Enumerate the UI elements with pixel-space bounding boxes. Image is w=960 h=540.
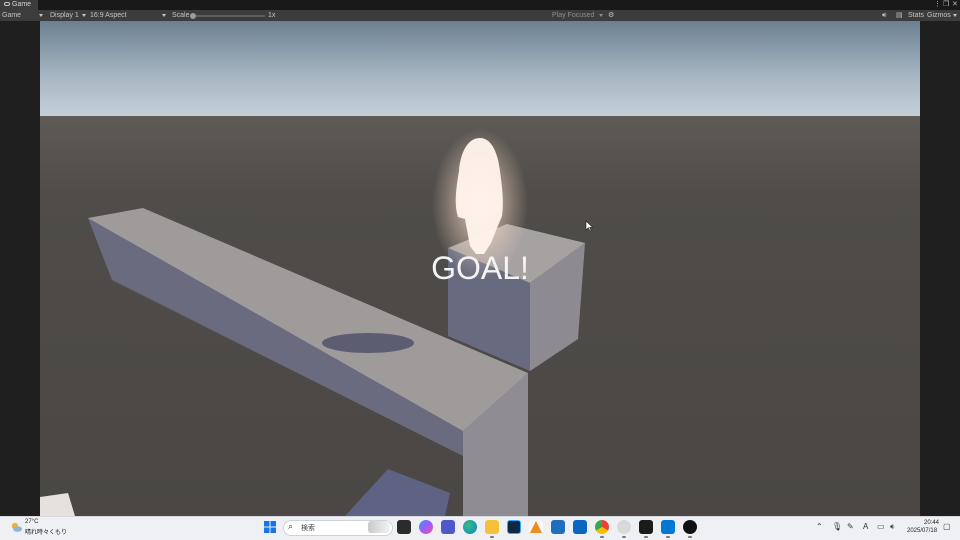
weather-temperature[interactable]: 27°C — [25, 519, 38, 525]
running-indicator — [600, 536, 604, 538]
gizmos-button[interactable]: Gizmos — [927, 10, 959, 21]
tab-game-label: Game — [12, 1, 32, 8]
character-shadow — [322, 333, 414, 353]
copilot-icon[interactable] — [419, 520, 433, 534]
remote-desktop-icon[interactable] — [573, 520, 587, 534]
editor-tab-bar — [0, 0, 960, 10]
chevron-down-icon — [162, 14, 166, 17]
network-icon[interactable]: ▭ — [877, 521, 885, 533]
chevron-down-icon — [82, 14, 86, 17]
maximize-icon[interactable]: ❐ — [943, 0, 949, 10]
game-view-letterbox-right — [920, 21, 960, 516]
scale-value: 1x — [268, 12, 276, 19]
settings-gear-icon[interactable]: ⚙ — [608, 10, 614, 21]
teams-icon[interactable] — [441, 520, 455, 534]
play-focused-label: Play Focused — [552, 12, 595, 19]
gamepad-icon — [4, 2, 10, 7]
clock-date[interactable]: 2025/07/18 — [907, 528, 937, 534]
app-store-icon[interactable] — [551, 520, 565, 534]
sky — [40, 21, 920, 121]
scale-slider-handle[interactable] — [190, 13, 196, 19]
running-indicator — [666, 536, 670, 538]
chevron-down-icon — [39, 14, 43, 17]
search-placeholder: 検索 — [301, 525, 315, 532]
microphone-icon[interactable]: 🎙︎ — [832, 521, 842, 533]
volume-icon[interactable]: 🔉︎ — [890, 521, 895, 533]
close-icon[interactable]: ✕ — [952, 0, 958, 10]
tab-game[interactable]: Game — [0, 0, 38, 10]
play-focused-dropdown[interactable]: Play Focused — [552, 10, 604, 21]
more-options-icon[interactable]: ⋮ — [934, 0, 941, 10]
clock-time[interactable]: 20:44 — [924, 520, 939, 526]
scale-slider-track[interactable] — [193, 15, 265, 17]
chevron-down-icon — [599, 14, 603, 17]
chevron-down-icon — [953, 14, 957, 17]
settings-icon[interactable] — [617, 520, 631, 534]
aspect-dropdown-label: 16:9 Aspect — [90, 12, 127, 19]
unity-hub-icon[interactable] — [683, 520, 697, 534]
notification-icon[interactable]: ▢ — [943, 521, 951, 533]
goal-text: GOAL! — [431, 250, 529, 286]
aspect-dropdown[interactable]: 16:9 Aspect — [90, 10, 167, 21]
unity-icon[interactable] — [639, 520, 653, 534]
game-view-toolbar: Game Display 1 16:9 Aspect Scale 1x Play… — [0, 10, 960, 21]
vlc-icon[interactable] — [529, 520, 543, 534]
task-view-icon[interactable] — [397, 520, 411, 534]
running-indicator — [688, 536, 692, 538]
search-highlight-icon[interactable] — [368, 521, 390, 533]
vscode-icon[interactable] — [661, 520, 675, 534]
mode-dropdown[interactable]: Game — [2, 10, 44, 21]
edge-icon[interactable] — [463, 520, 477, 534]
windows-start-icon[interactable] — [264, 521, 276, 533]
frame-debugger-icon[interactable]: ▤ — [896, 10, 904, 21]
gizmos-label: Gizmos — [927, 12, 951, 19]
vlc-cone-icon — [530, 521, 542, 533]
chevron-up-icon[interactable]: ⌃ — [816, 521, 823, 533]
photoshop-icon[interactable] — [507, 520, 521, 534]
pen-icon[interactable]: ✎ — [847, 521, 854, 533]
game-view[interactable]: GOAL! — [40, 21, 920, 516]
weather-description[interactable]: 晴れ時々くもり — [25, 527, 67, 536]
chrome-icon[interactable] — [595, 520, 609, 534]
ime-indicator-icon[interactable]: A — [863, 521, 868, 533]
file-explorer-icon[interactable] — [485, 520, 499, 534]
running-indicator — [644, 536, 648, 538]
stats-button[interactable]: Stats — [908, 10, 924, 21]
search-icon: ⌕ — [288, 521, 294, 531]
display-dropdown-label: Display 1 — [50, 12, 79, 19]
mode-dropdown-label: Game — [2, 12, 22, 19]
scale-label: Scale — [172, 12, 190, 19]
display-dropdown[interactable]: Display 1 — [50, 10, 86, 21]
weather-icon[interactable] — [9, 520, 23, 534]
running-indicator — [490, 536, 494, 538]
game-view-letterbox-left — [0, 21, 40, 516]
speaker-mute-icon[interactable]: 🔊︎ — [882, 10, 886, 21]
running-indicator — [622, 536, 626, 538]
